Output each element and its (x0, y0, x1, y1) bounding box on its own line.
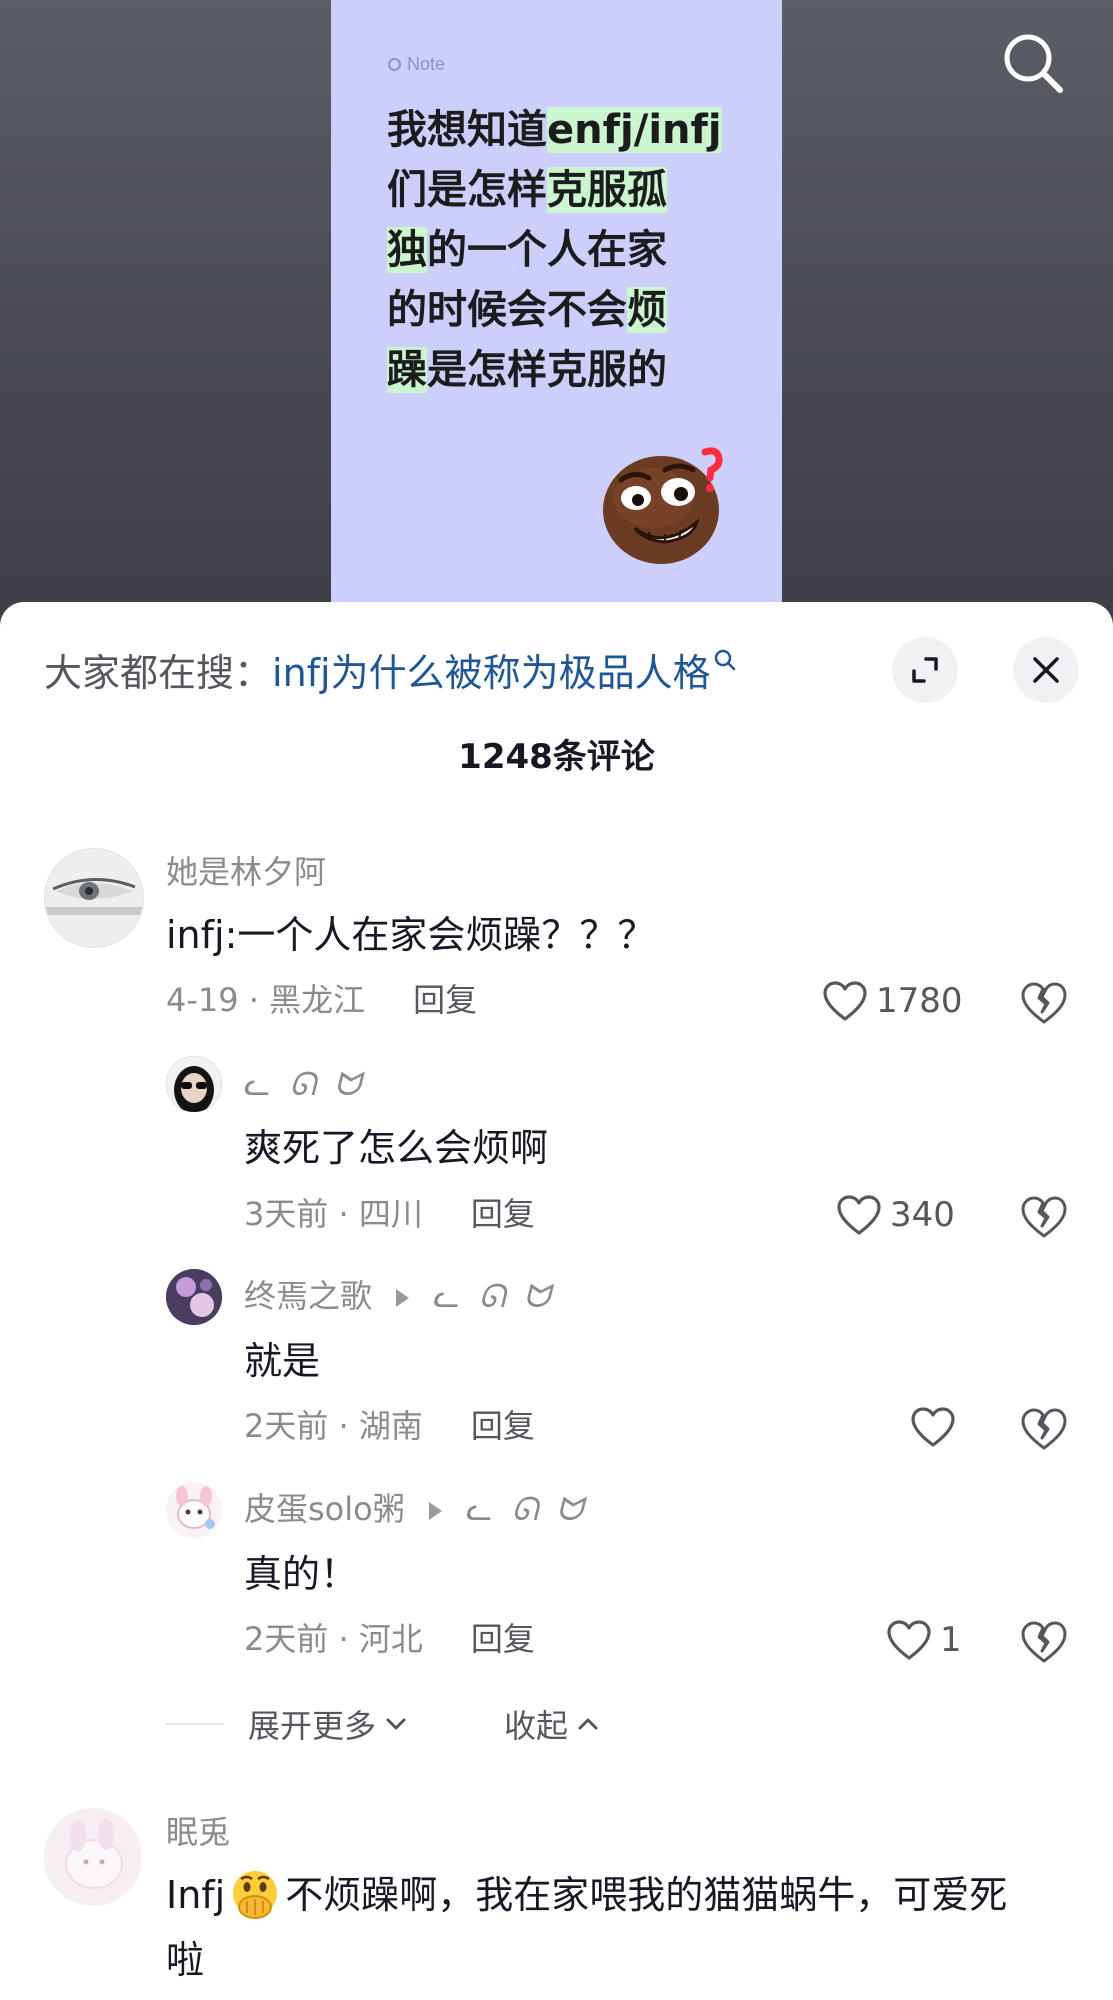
comment-text-part2: 不烦躁啊，我在家喂我的猫猫蜗牛，可爱死 (285, 1873, 1008, 1917)
hot-search-prefix: 大家都在搜： (44, 650, 273, 695)
avatar[interactable] (166, 1269, 222, 1325)
avatar[interactable] (166, 1482, 222, 1538)
note-label-text: Note (407, 54, 446, 74)
comment-meta: 4-19 · 黑龙江 回复 (166, 978, 477, 1022)
like-button[interactable]: 1780 (822, 976, 963, 1026)
reply-button[interactable]: 回复 (471, 1617, 535, 1661)
note-text-segment: 是怎样克服的 (427, 347, 667, 393)
note-ring-icon (388, 58, 401, 71)
comment-text[interactable]: Infj 不烦躁啊，我在家喂我的猫猫蜗牛，可爱死 (166, 1867, 1007, 1923)
note-line: 们是怎样克服孤 (387, 160, 767, 220)
avatar-cartoon-image (166, 1482, 222, 1538)
reply-button[interactable]: 回复 (471, 1404, 535, 1448)
expand-more-button[interactable]: 展开更多 (248, 1701, 408, 1747)
reply-date-location: 3天前 · 四川 (244, 1195, 423, 1233)
comment-sheet: 大家都在搜： infj为什么被称为极品人格 1248条评论 她是林夕阿 infj… (0, 602, 1113, 2000)
reply-arrow-icon (396, 1289, 410, 1307)
reply-text[interactable]: 真的！ (244, 1546, 358, 1602)
expand-more-label: 展开更多 (248, 1707, 377, 1745)
note-text-segment: 我想知道 (387, 107, 547, 153)
comment-count-title: 1248条评论 (458, 737, 655, 777)
note-label: Note (388, 54, 445, 75)
like-button[interactable]: 1 (886, 1615, 962, 1665)
avatar-sunglasses-image (166, 1056, 222, 1112)
thread-divider (166, 1723, 224, 1725)
chevron-down-icon (386, 1718, 406, 1730)
dislike-broken-heart-icon[interactable] (1019, 1617, 1069, 1667)
reply-button[interactable]: 回复 (413, 978, 477, 1022)
thread-controls: 展开更多 收起 (166, 1699, 600, 1749)
reply-username-line: 皮蛋solo粥 ᓚ ᘏ ᗢ (244, 1487, 587, 1531)
like-button[interactable]: 340 (836, 1190, 955, 1240)
reply-text[interactable]: 就是 (244, 1333, 320, 1389)
video-player[interactable]: Note 我想知道enfj/infj 们是怎样克服孤 独的一个人在家 的时候会不会烦躁… (0, 0, 1113, 640)
heart-icon (823, 981, 867, 1021)
expand-icon (912, 657, 938, 683)
avatar[interactable] (44, 1808, 142, 1906)
avatar-pastel-image (44, 1808, 142, 1906)
note-line: 的时候会不会烦 (387, 280, 767, 340)
dislike-broken-heart-icon[interactable] (1019, 1192, 1069, 1242)
note-text: 我想知道enfj/infj 们是怎样克服孤 独的一个人在家 的时候会不会烦 躁是怎样克服… (387, 100, 767, 400)
hot-search-bar[interactable]: 大家都在搜： infj为什么被称为极品人格 (44, 642, 737, 697)
like-count: 1780 (876, 981, 963, 1021)
note-text-segment: 的一个人在家 (427, 227, 667, 273)
like-count: 1 (940, 1620, 962, 1660)
hot-search-query-link[interactable]: infj为什么被称为极品人格 (272, 642, 711, 697)
comment-username[interactable]: 她是林夕阿 (166, 850, 326, 894)
dislike-broken-heart-icon[interactable] (1019, 978, 1069, 1028)
reply-username-line: 终焉之歌 ᓚ ᘏ ᗢ (244, 1274, 554, 1318)
avatar-anime-image (166, 1269, 222, 1325)
note-line: 独的一个人在家 (387, 220, 767, 280)
chevron-up-icon (578, 1718, 598, 1730)
reply-target-username[interactable]: ᓚ ᘏ ᗢ (466, 1490, 587, 1528)
reply-meta: 3天前 · 四川 回复 (244, 1192, 535, 1236)
reply-username[interactable]: 终焉之歌 (244, 1277, 372, 1315)
reply-username[interactable]: 皮蛋solo粥 (244, 1490, 405, 1528)
reply-meta: 2天前 · 湖南 回复 (244, 1404, 535, 1448)
reply-meta: 2天前 · 河北 回复 (244, 1617, 535, 1661)
like-count: 340 (890, 1195, 955, 1235)
collapse-button[interactable]: 收起 (504, 1701, 600, 1747)
avatar[interactable] (44, 848, 144, 948)
comment-text[interactable]: infj:一个人在家会烦躁？？？ (166, 907, 655, 963)
note-card: Note 我想知道enfj/infj 们是怎样克服孤 独的一个人在家 的时候会不会烦躁… (331, 0, 782, 640)
note-highlight-segment: 克服孤 (547, 167, 667, 213)
reply-target-username[interactable]: ᓚ ᘏ ᗢ (433, 1277, 554, 1315)
like-button[interactable] (910, 1402, 964, 1452)
collapse-label: 收起 (504, 1707, 569, 1745)
note-text-segment: 的时候会不会 (387, 287, 627, 333)
face-with-hand-over-mouth-emoji (233, 1871, 278, 1919)
thinking-face-emoji (603, 447, 723, 564)
search-icon[interactable] (998, 28, 1068, 98)
heart-icon (911, 1407, 955, 1447)
comment-username[interactable]: 眠兎 (166, 1810, 230, 1854)
note-line: 躁是怎样克服的 (387, 340, 767, 400)
reply-date-location: 2天前 · 湖南 (244, 1407, 423, 1445)
reply-arrow-icon (428, 1502, 442, 1520)
reply-button[interactable]: 回复 (471, 1192, 535, 1236)
close-icon (1033, 657, 1059, 683)
reply-username[interactable]: ᓚ ᘏ ᗢ (244, 1062, 365, 1106)
reply-text[interactable]: 爽死了怎么会烦啊 (244, 1120, 548, 1176)
dislike-broken-heart-icon[interactable] (1019, 1404, 1069, 1454)
fullscreen-button[interactable] (892, 637, 958, 703)
note-highlight-segment: 烦 (627, 287, 667, 333)
note-highlight-segment: enfj/infj (547, 107, 722, 153)
note-highlight-segment: 躁 (387, 347, 427, 393)
avatar-eye-image (45, 849, 143, 947)
comment-text-line2[interactable]: 啦 (166, 1932, 204, 1988)
avatar[interactable] (166, 1056, 222, 1112)
note-text-segment: 们是怎样 (387, 167, 547, 213)
note-line: 我想知道enfj/infj (387, 100, 767, 160)
search-small-icon (714, 649, 735, 671)
note-highlight-segment: 独 (387, 227, 427, 273)
reply-date-location: 2天前 · 河北 (244, 1620, 423, 1658)
heart-icon (887, 1620, 931, 1660)
comment-text-part1: Infj (166, 1873, 226, 1917)
heart-icon (837, 1195, 881, 1235)
close-button[interactable] (1013, 637, 1079, 703)
comment-date-location: 4-19 · 黑龙江 (166, 981, 366, 1019)
